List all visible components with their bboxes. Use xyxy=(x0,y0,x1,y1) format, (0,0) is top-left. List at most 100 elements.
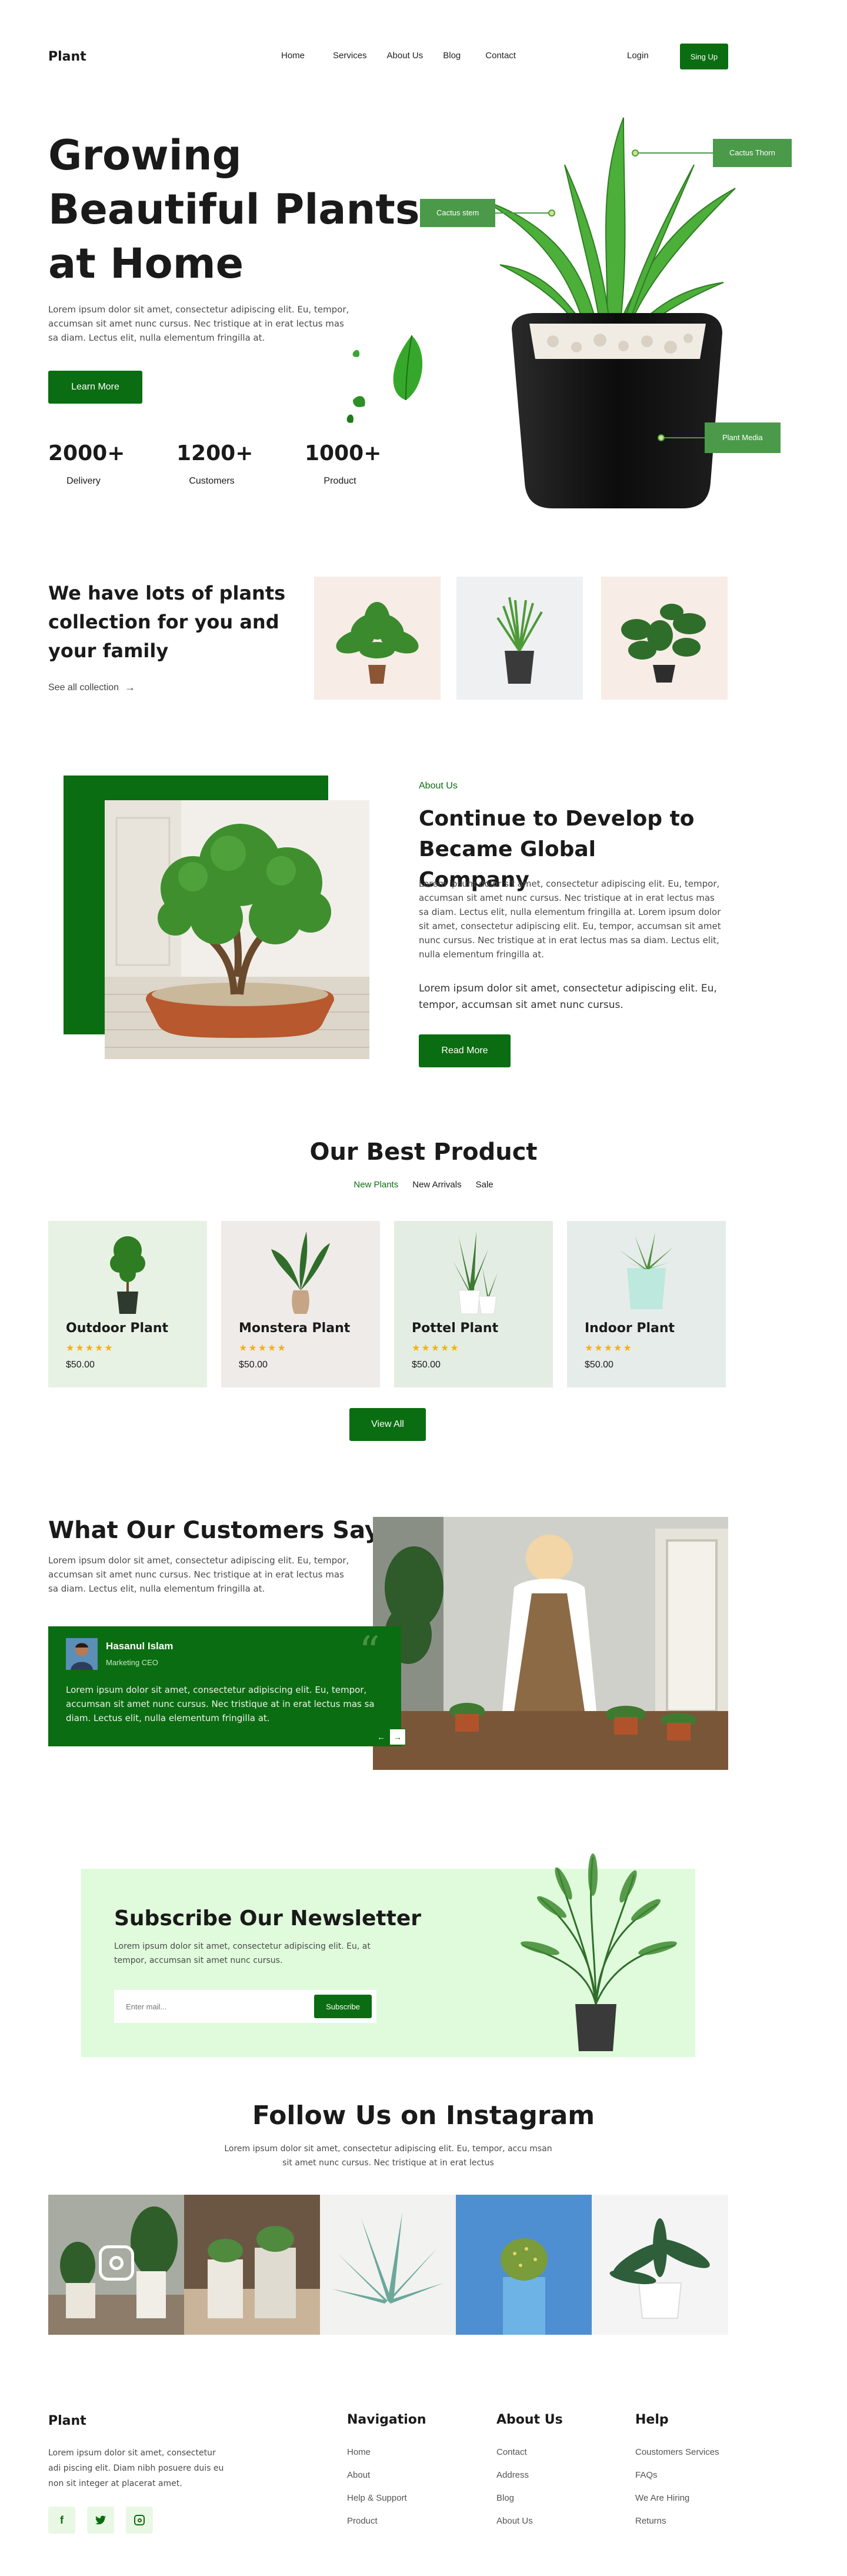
product-name: Monstera Plant xyxy=(239,1321,351,1336)
tag-cactus-thorn: Cactus Thorn xyxy=(632,139,792,167)
nav-services[interactable]: Services xyxy=(333,51,367,61)
collection-title: We have lots of plants collection for yo… xyxy=(48,582,286,662)
plant-image xyxy=(320,2195,456,2335)
product-name: Indoor Plant xyxy=(585,1321,675,1336)
nav-contact[interactable]: Contact xyxy=(485,51,516,61)
customer-role: Marketing CEO xyxy=(106,1658,158,1667)
footer-link-about-us[interactable]: About Us xyxy=(496,2516,563,2526)
arrow-right-icon: → xyxy=(125,681,136,693)
nav-blog[interactable]: Blog xyxy=(443,51,461,61)
tab-new-arrivals[interactable]: New Arrivals xyxy=(412,1180,461,1190)
product-price: $50.00 xyxy=(412,1360,441,1370)
newsletter-form: Subscribe xyxy=(114,1990,376,2023)
products-section: Our Best Product New Plants New Arrivals… xyxy=(0,1139,847,1468)
hero-title: Growing Beautiful Plants at Home xyxy=(48,131,420,288)
tab-sale[interactable]: Sale xyxy=(476,1180,493,1190)
instagram-photo-5[interactable] xyxy=(592,2195,728,2335)
footer-logo[interactable]: Plant xyxy=(48,2414,86,2428)
testimonial-section: What Our Customers Says Lorem ipsum dolo… xyxy=(0,1517,847,1776)
plant-image xyxy=(184,2195,320,2335)
footer-link-home[interactable]: Home xyxy=(347,2447,426,2457)
collection-card-2[interactable] xyxy=(456,577,583,700)
prev-arrow-icon[interactable]: ← xyxy=(373,1729,389,1745)
twitter-icon[interactable] xyxy=(87,2507,114,2534)
plant-image xyxy=(456,2195,592,2335)
footer-link-about[interactable]: About xyxy=(347,2470,426,2480)
logo[interactable]: Plant xyxy=(48,49,86,64)
footer-column-navigation: Navigation Home About Help & Support Pro… xyxy=(347,2412,426,2526)
instagram-icon xyxy=(99,2245,134,2281)
instagram-title: Follow Us on Instagram xyxy=(252,2101,595,2131)
plant-image xyxy=(336,602,419,684)
instagram-photo-2[interactable] xyxy=(184,2195,320,2335)
footer-link-hiring[interactable]: We Are Hiring xyxy=(635,2493,719,2503)
quote-icon: “ xyxy=(359,1628,380,1676)
subscribe-button[interactable]: Subscribe xyxy=(314,1995,372,2018)
login-link[interactable]: Login xyxy=(627,51,649,61)
footer-link-returns[interactable]: Returns xyxy=(635,2516,719,2526)
plant-image xyxy=(496,597,543,684)
instagram-photo-1[interactable] xyxy=(48,2195,184,2335)
navbar: Plant Home Services About Us Blog Contac… xyxy=(0,0,847,69)
plant-image xyxy=(620,1233,673,1309)
collection-card-3[interactable] xyxy=(601,577,728,700)
footer-column-help: Help Coustomers Services FAQs We Are Hir… xyxy=(635,2412,719,2526)
collection-card-1[interactable] xyxy=(314,577,441,700)
newsletter-text: Lorem ipsum dolor sit amet, consectetur … xyxy=(114,1942,371,1965)
tab-new-plants[interactable]: New Plants xyxy=(354,1180,398,1190)
product-tabs: New Plants New Arrivals Sale xyxy=(0,1180,847,1190)
hero-description: Lorem ipsum dolor sit amet, consectetur … xyxy=(48,304,349,343)
product-name: Pottel Plant xyxy=(412,1321,499,1336)
read-more-button[interactable]: Read More xyxy=(419,1034,511,1067)
product-card-monstera[interactable]: Monstera Plant ★★★★★ $50.00 xyxy=(221,1221,380,1387)
tag-plant-media: Plant Media xyxy=(658,422,781,453)
testimonial-card: Hasanul Islam Marketing CEO “ Lorem ipsu… xyxy=(48,1626,401,1746)
instagram-gallery xyxy=(48,2195,728,2335)
footer: Plant Lorem ipsum dolor sit amet, consec… xyxy=(0,2412,847,2576)
product-name: Outdoor Plant xyxy=(66,1321,169,1336)
footer-link-faqs[interactable]: FAQs xyxy=(635,2470,719,2480)
nav-home[interactable]: Home xyxy=(281,51,305,61)
product-card-indoor[interactable]: Indoor Plant ★★★★★ $50.00 xyxy=(567,1221,726,1387)
about-paragraph-1: Lorem ipsum dolor sit amet, consectetur … xyxy=(419,878,721,960)
footer-link-address[interactable]: Address xyxy=(496,2470,563,2480)
footer-link-help-support[interactable]: Help & Support xyxy=(347,2493,426,2503)
instagram-photo-4[interactable] xyxy=(456,2195,592,2335)
plant-image xyxy=(110,1236,145,1314)
customer-photo xyxy=(373,1517,728,1770)
product-card-pottel[interactable]: Pottel Plant ★★★★★ $50.00 xyxy=(394,1221,553,1387)
instagram-icon[interactable] xyxy=(126,2507,153,2534)
signup-button[interactable]: Sing Up xyxy=(680,44,728,69)
footer-link-blog[interactable]: Blog xyxy=(496,2493,563,2503)
testimonial-title: What Our Customers Says xyxy=(48,1517,394,1544)
palm-plant-image xyxy=(521,1853,677,2051)
footer-text: Lorem ipsum dolor sit amet, consectetur … xyxy=(48,2448,224,2488)
testimonial-quote: Lorem ipsum dolor sit amet, consectetur … xyxy=(66,1685,375,1723)
view-all-button[interactable]: View All xyxy=(349,1408,426,1441)
email-input[interactable] xyxy=(126,2002,302,2011)
learn-more-button[interactable]: Learn More xyxy=(48,371,142,404)
footer-link-customer-services[interactable]: Coustomers Services xyxy=(635,2447,719,2457)
testimonial-nav: ← → xyxy=(373,1729,406,1745)
instagram-section: Follow Us on Instagram Lorem ipsum dolor… xyxy=(0,2101,847,2348)
avatar xyxy=(66,1638,98,1670)
product-card-outdoor[interactable]: Outdoor Plant ★★★★★ $50.00 xyxy=(48,1221,207,1387)
footer-link-product[interactable]: Product xyxy=(347,2516,426,2526)
see-all-collection-link[interactable]: See all collection → xyxy=(48,681,135,694)
footer-column-about: About Us Contact Address Blog About Us xyxy=(496,2412,563,2526)
hero-section: Growing Beautiful Plants at Home Lorem i… xyxy=(0,106,847,530)
tag-cactus-stem: Cactus stem xyxy=(420,199,556,227)
bonsai-image xyxy=(105,800,369,1059)
instagram-photo-3[interactable] xyxy=(320,2195,456,2335)
about-paragraph-2: Lorem ipsum dolor sit amet, consectetur … xyxy=(419,983,717,1011)
nav-about[interactable]: About Us xyxy=(387,51,424,61)
stat-customers: 1200+ Customers xyxy=(176,441,254,486)
next-arrow-icon[interactable]: → xyxy=(389,1729,406,1745)
rating-stars: ★★★★★ xyxy=(66,1343,114,1353)
social-links: f xyxy=(48,2507,153,2534)
product-price: $50.00 xyxy=(239,1360,268,1370)
plant-image xyxy=(271,1232,330,1314)
footer-link-contact[interactable]: Contact xyxy=(496,2447,563,2457)
facebook-icon[interactable]: f xyxy=(48,2507,75,2534)
plant-image xyxy=(453,1232,498,1314)
